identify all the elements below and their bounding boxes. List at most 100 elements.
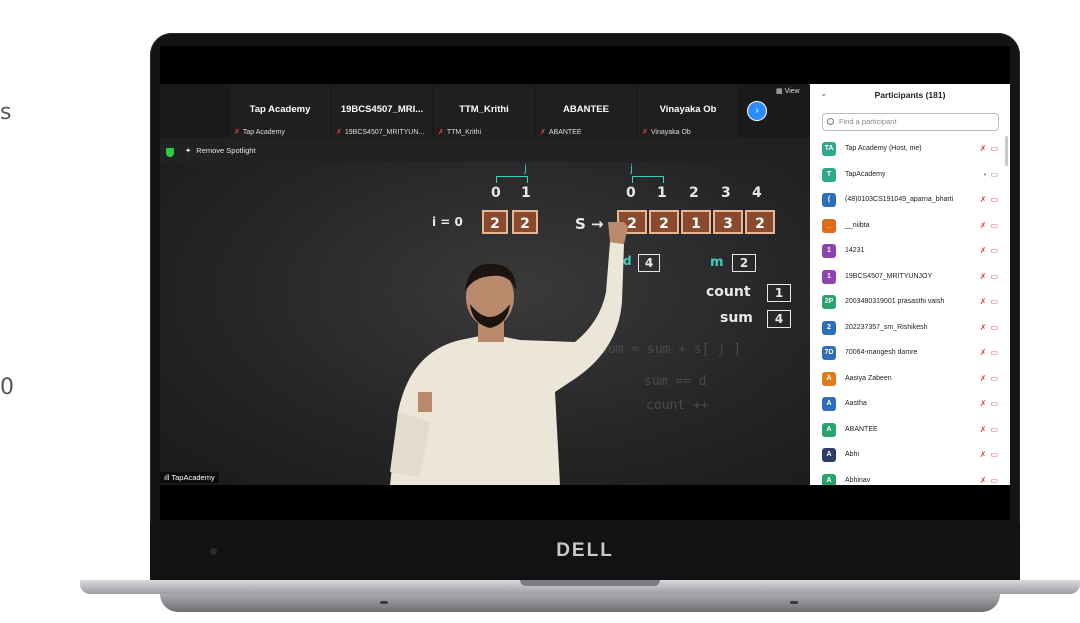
participant-row[interactable]: A Abhi ✗▭ bbox=[810, 443, 1010, 469]
video-thumbnail[interactable]: Vinayaka Ob ✗ Vinayaka Ob bbox=[638, 84, 738, 138]
video-thumbnail[interactable]: Tap Academy ✗ Tap Academy bbox=[230, 84, 330, 138]
avatar: A bbox=[822, 397, 836, 411]
j-marker-small: j bbox=[524, 162, 528, 175]
participant-row[interactable]: 2P 2003480319001 prasasthi vaish ✗▭ bbox=[810, 290, 1010, 316]
sum-label: sum bbox=[720, 310, 753, 326]
thumbnail-sub: ABANTEE bbox=[548, 129, 582, 136]
participant-search-input[interactable]: Find a participant bbox=[822, 113, 999, 131]
mic-icon: •▭ bbox=[983, 169, 1002, 179]
code-line: sum == d bbox=[644, 374, 707, 389]
participant-row[interactable]: A Aasiya Zabeen ✗▭ bbox=[810, 367, 1010, 393]
laptop-base-bottom bbox=[160, 594, 1000, 612]
avatar: A bbox=[822, 422, 836, 437]
mic-muted-icon: ✗ bbox=[540, 129, 546, 136]
participant-row[interactable]: A Aastha ✗▭ bbox=[810, 392, 1010, 418]
bracket bbox=[496, 176, 528, 183]
shield-icon bbox=[166, 148, 174, 157]
array-cell: 1 bbox=[681, 210, 711, 234]
participant-row[interactable]: T TapAcademy •▭ bbox=[810, 163, 1010, 189]
j-marker-large: j bbox=[630, 162, 634, 175]
participant-row[interactable]: A ABANTEE ✗▭ bbox=[810, 418, 1010, 444]
laptop-foot bbox=[790, 601, 798, 604]
participant-row[interactable]: 2 202237357_sm_Rishikesh ✗▭ bbox=[810, 316, 1010, 342]
avatar: 1 bbox=[822, 244, 836, 258]
mic-muted-icon: ✗▭ bbox=[979, 399, 1002, 408]
code-line: count ++ bbox=[646, 398, 709, 413]
array-cell: 2 bbox=[745, 210, 775, 234]
avatar: TA bbox=[822, 142, 836, 156]
participants-panel: ⌄ Participants (181) Find a participant … bbox=[810, 84, 1010, 485]
index-label: 0 bbox=[491, 185, 501, 201]
participant-name: Aastha bbox=[845, 400, 867, 407]
avatar: 2 bbox=[822, 320, 836, 335]
mic-muted-icon: ✗▭ bbox=[979, 348, 1002, 357]
m-value: 2 bbox=[732, 254, 756, 272]
mic-muted-icon: ✗▭ bbox=[979, 144, 1002, 153]
video-thumbnail[interactable]: ABANTEE ✗ ABANTEE bbox=[536, 84, 636, 138]
spotlight-video: j 0 1 i = 0 2 2 j 0 1 2 3 4 S → 2 2 1 3 … bbox=[160, 162, 810, 485]
search-icon bbox=[827, 118, 834, 125]
participant-row[interactable]: _ __niibta ✗▭ bbox=[810, 214, 1010, 240]
avatar: T bbox=[822, 167, 836, 182]
participant-name: (48)0103CS191049_aparna_bharti bbox=[845, 196, 954, 203]
participant-name: Abhinav bbox=[845, 476, 871, 484]
view-label: View bbox=[784, 88, 800, 95]
dell-logo: DELL bbox=[556, 540, 614, 561]
video-thumbnail[interactable]: 19BCS4507_MRI... ✗ 19BCS4507_MRITYUN... bbox=[332, 84, 432, 138]
participant-name: Tap Academy (Host, me) bbox=[845, 145, 922, 152]
grid-icon: ▦ bbox=[776, 88, 785, 95]
laptop-foot bbox=[380, 601, 388, 604]
participant-list: TA Tap Academy (Host, me) ✗▭ T TapAcademy •▭ (… bbox=[810, 137, 1010, 485]
participant-name: Abhi bbox=[845, 451, 860, 458]
presenter-figure bbox=[390, 222, 628, 485]
mic-muted-icon: ✗▭ bbox=[979, 322, 1002, 332]
mic-muted-icon: ✗ bbox=[336, 129, 342, 136]
video-thumbnail-strip: Tap Academy ✗ Tap Academy 19BCS4507_MRI..… bbox=[160, 84, 810, 138]
count-value: 1 bbox=[767, 284, 791, 302]
next-page-button[interactable]: › bbox=[747, 101, 767, 121]
array-cell: 2 bbox=[649, 210, 679, 234]
participant-row[interactable]: 1 19BCS4507_MRITYUNJOY ✗▭ bbox=[810, 265, 1010, 291]
participant-name: 202237357_sm_Rishikesh bbox=[845, 323, 928, 331]
thumbnail-label: ✗ Tap Academy bbox=[234, 128, 285, 136]
participant-row[interactable]: 7D 70064-mangesh damre ✗▭ bbox=[810, 341, 1010, 367]
spotlight-bar bbox=[160, 138, 810, 162]
pin-icon: ✦ bbox=[185, 146, 192, 155]
mic-muted-icon: ✗▭ bbox=[979, 424, 1002, 434]
mic-muted-icon: ✗ bbox=[438, 129, 444, 136]
participant-name: 2003480319001 prasasthi vaish bbox=[845, 298, 945, 305]
count-label: count bbox=[706, 284, 751, 300]
index-label: 0 bbox=[626, 185, 636, 201]
thumbnail-label: ✗ ABANTEE bbox=[540, 128, 582, 136]
thumbnail-label: ✗ Vinayaka Ob bbox=[642, 128, 691, 136]
mic-muted-icon: ✗▭ bbox=[979, 475, 1002, 485]
sum-value: 4 bbox=[767, 310, 791, 328]
video-thumbnail[interactable]: TTM_Krithi ✗ TTM_Krithi bbox=[434, 84, 534, 138]
array-cell: 3 bbox=[713, 210, 743, 234]
remove-spotlight-button[interactable]: ✦ Remove Spotlight bbox=[185, 146, 256, 155]
index-label: 1 bbox=[657, 185, 667, 201]
mic-muted-icon: ✗ bbox=[234, 129, 240, 136]
m-label: m bbox=[710, 255, 724, 270]
thumbnail-name: Tap Academy bbox=[249, 104, 311, 115]
participant-name: TapAcademy bbox=[845, 170, 886, 178]
edge-glyph-bottom: 0 bbox=[0, 375, 14, 400]
mic-muted-icon: ✗▭ bbox=[979, 297, 1002, 306]
participant-row[interactable]: ((48)0103CS191049_aparna_bharti ✗▭ bbox=[810, 188, 1010, 214]
view-button[interactable]: ▦ View bbox=[776, 87, 800, 95]
avatar: A bbox=[822, 473, 836, 485]
participant-list-scrollbar[interactable] bbox=[1005, 136, 1008, 166]
mic-muted-icon: ✗▭ bbox=[979, 246, 1002, 255]
participant-row[interactable]: TA Tap Academy (Host, me) ✗▭ bbox=[810, 137, 1010, 163]
thumbnail-label: ✗ 19BCS4507_MRITYUN... bbox=[336, 128, 424, 136]
mic-muted-icon: ✗ bbox=[642, 129, 648, 136]
participant-row[interactable]: A Abhinav ✗▭ bbox=[810, 469, 1010, 485]
thumbnail-sub: 19BCS4507_MRITYUN... bbox=[344, 129, 425, 136]
thumbnail-sub: TTM_Krithi bbox=[446, 129, 482, 136]
avatar: A bbox=[822, 371, 836, 386]
mic-muted-icon: ✗▭ bbox=[979, 450, 1002, 459]
chevron-right-icon: › bbox=[755, 105, 759, 116]
index-label: 3 bbox=[721, 185, 731, 201]
avatar: ( bbox=[822, 193, 836, 207]
participant-row[interactable]: 1 14231 ✗▭ bbox=[810, 239, 1010, 265]
